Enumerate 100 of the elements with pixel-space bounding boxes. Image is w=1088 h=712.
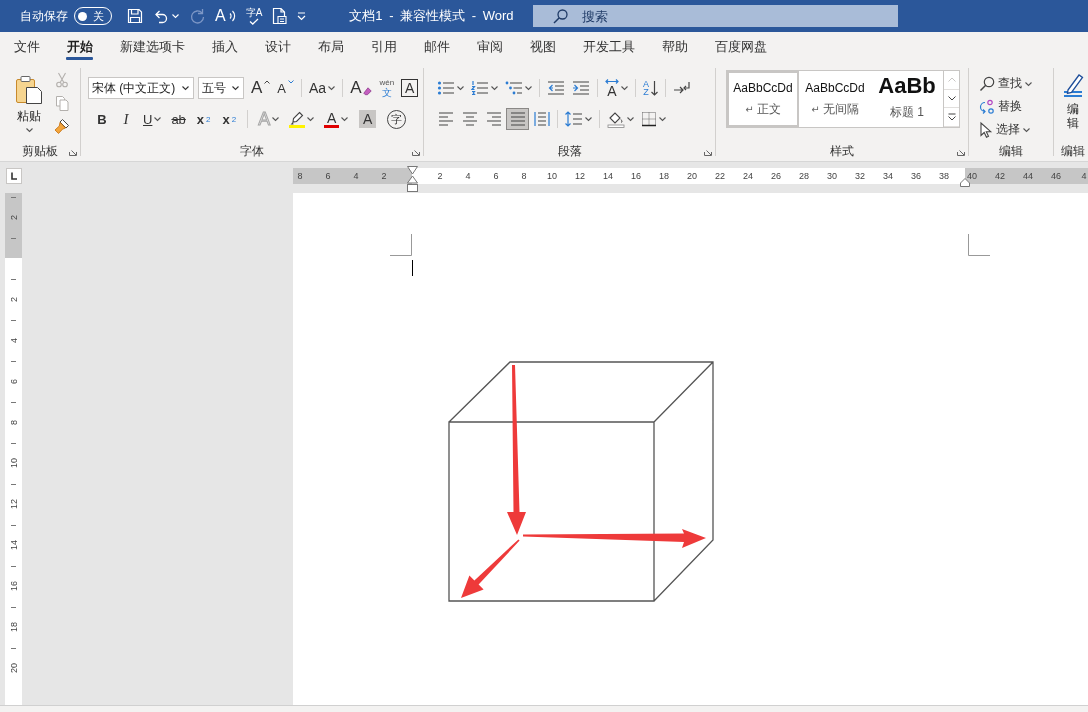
ribbon-tab[interactable]: 开发工具 [569, 32, 648, 62]
borders-icon [641, 111, 657, 127]
ribbon-tab[interactable]: 开始 [53, 32, 106, 62]
autosave-label: 自动保存 [20, 7, 68, 25]
ruler-number: 2 [437, 171, 443, 181]
character-shading-button[interactable]: A [359, 110, 377, 128]
underline-button[interactable]: U [140, 108, 165, 130]
chevron-up-icon [264, 80, 271, 84]
find-button[interactable]: 查找 [979, 72, 1053, 95]
chevron-down-icon [288, 80, 294, 84]
right-indent-marker-icon[interactable] [960, 178, 970, 187]
caret-icon [627, 117, 634, 121]
caret-icon [457, 86, 464, 90]
ruler-number: 20 [687, 171, 697, 181]
clear-formatting-button[interactable]: A [347, 77, 376, 99]
ruler-number: 10 [8, 458, 19, 469]
ruler-number: 16 [631, 171, 641, 181]
ribbon-tab[interactable]: 引用 [357, 32, 410, 62]
group-label: 字体 [240, 143, 264, 160]
sort-button[interactable]: A Z [640, 77, 661, 99]
style-item[interactable]: AaBb 标题 1 [871, 71, 943, 127]
justify-button[interactable] [506, 108, 529, 130]
caret-icon [659, 117, 666, 121]
dialog-launcher-icon[interactable] [704, 147, 712, 156]
paste-button[interactable]: 粘贴 [12, 70, 46, 134]
document-icon [272, 7, 288, 25]
replace-button[interactable]: 替换 [979, 95, 1053, 118]
font-size-dropdown[interactable]: 五号 [198, 77, 244, 99]
caret-icon [172, 14, 179, 18]
select-button[interactable]: 选择 [979, 118, 1053, 141]
ruler-number: 30 [827, 171, 837, 181]
horizontal-ruler[interactable]: 8 6 4 2 2 4 6 8 10 12 14 16 18 20 22 24 26 28 30 32 34 36 38 40 42 44 46 4 [293, 168, 1088, 184]
chevron-down-icon [947, 95, 956, 101]
clipboard-icon [15, 74, 43, 105]
ribbon-tab[interactable]: 审阅 [463, 32, 516, 62]
dialog-launcher-icon[interactable] [69, 147, 77, 156]
ribbon-tab[interactable]: 文件 [0, 32, 53, 62]
replace-icon [979, 98, 995, 115]
caret-icon [182, 86, 189, 90]
ruler-number: 14 [8, 540, 19, 551]
strikethrough-button[interactable]: ab [168, 108, 189, 130]
paintbrush-icon [54, 118, 70, 134]
ruler-number: 38 [939, 171, 949, 181]
margin-corner-icon [968, 234, 990, 256]
ruler-number: 44 [1023, 171, 1033, 181]
group-label: 编辑 [1061, 143, 1085, 160]
multilevel-list-icon [505, 80, 523, 96]
shrink-font-button[interactable]: A [274, 77, 297, 99]
ruler-number: 10 [547, 171, 557, 181]
font-name-dropdown[interactable]: 宋体 (中文正文) [88, 77, 194, 99]
caret-icon [1025, 81, 1032, 86]
search-field[interactable]: 搜索 [532, 5, 898, 27]
change-case-button[interactable]: Aa [306, 77, 339, 99]
caret-icon [232, 86, 239, 90]
tab-stop-icon[interactable] [6, 168, 22, 184]
italic-button[interactable]: I [116, 108, 136, 130]
style-item[interactable]: AaBbCcDd ↵ 无间隔 [799, 71, 871, 127]
ribbon-tab[interactable]: 布局 [304, 32, 357, 62]
superscript-button[interactable]: x$^{2}$ [218, 108, 241, 130]
font-color-button[interactable]: A [321, 108, 352, 130]
caret-icon [328, 86, 336, 90]
vertical-ruler[interactable]: 2 2 4 6 8 10 12 14 16 18 20 [5, 193, 22, 705]
format-painter-button[interactable] [52, 116, 72, 136]
indent-marker-icon[interactable] [406, 166, 418, 192]
justify-icon [509, 111, 526, 127]
style-item[interactable]: AaBbCcDd ↵ 正文 [727, 71, 799, 127]
character-border-button[interactable]: A [401, 79, 419, 97]
line-spacing-icon [565, 111, 583, 127]
grow-font-button[interactable]: A [248, 77, 274, 99]
editor-button[interactable]: 编 辑 [1058, 70, 1088, 130]
return-arrow-icon [673, 80, 691, 96]
ribbon-tab[interactable]: 邮件 [410, 32, 463, 62]
chevron-up-icon [947, 77, 956, 83]
ribbon-tab[interactable]: 设计 [251, 32, 304, 62]
ribbon-tab[interactable]: 新建选项卡 [106, 32, 198, 62]
ruler-number: 18 [8, 622, 19, 633]
ribbon-tab[interactable]: 帮助 [648, 32, 701, 62]
ribbon-tab[interactable]: 插入 [198, 32, 251, 62]
dialog-launcher-icon[interactable] [957, 147, 965, 156]
swatch-icon [324, 124, 340, 128]
ruler-number: 14 [603, 171, 613, 181]
read-aloud-button[interactable]: A [210, 4, 241, 28]
asian-layout-button[interactable]: A [602, 77, 631, 99]
ruler-number: 18 [659, 171, 669, 181]
ribbon-tab[interactable]: 百度网盘 [701, 32, 780, 62]
undo-icon [153, 8, 169, 24]
spelling-button[interactable]: 字A [240, 4, 268, 28]
ruler-number: 24 [743, 171, 753, 181]
ribbon-tab[interactable]: 视图 [516, 32, 569, 62]
highlighter-icon [289, 110, 306, 128]
ruler-number: 6 [493, 171, 499, 181]
ruler-number: 12 [8, 499, 19, 510]
caret-icon [1023, 127, 1030, 132]
dialog-launcher-icon[interactable] [412, 147, 420, 156]
caret-icon [491, 86, 498, 90]
bold-button[interactable]: B [92, 108, 112, 130]
ruler-number: 2 [381, 171, 387, 181]
phonetic-guide-button[interactable]: wén 文 [376, 77, 398, 99]
group-label: 样式 [830, 143, 854, 160]
down-arrow-icon [651, 80, 658, 96]
